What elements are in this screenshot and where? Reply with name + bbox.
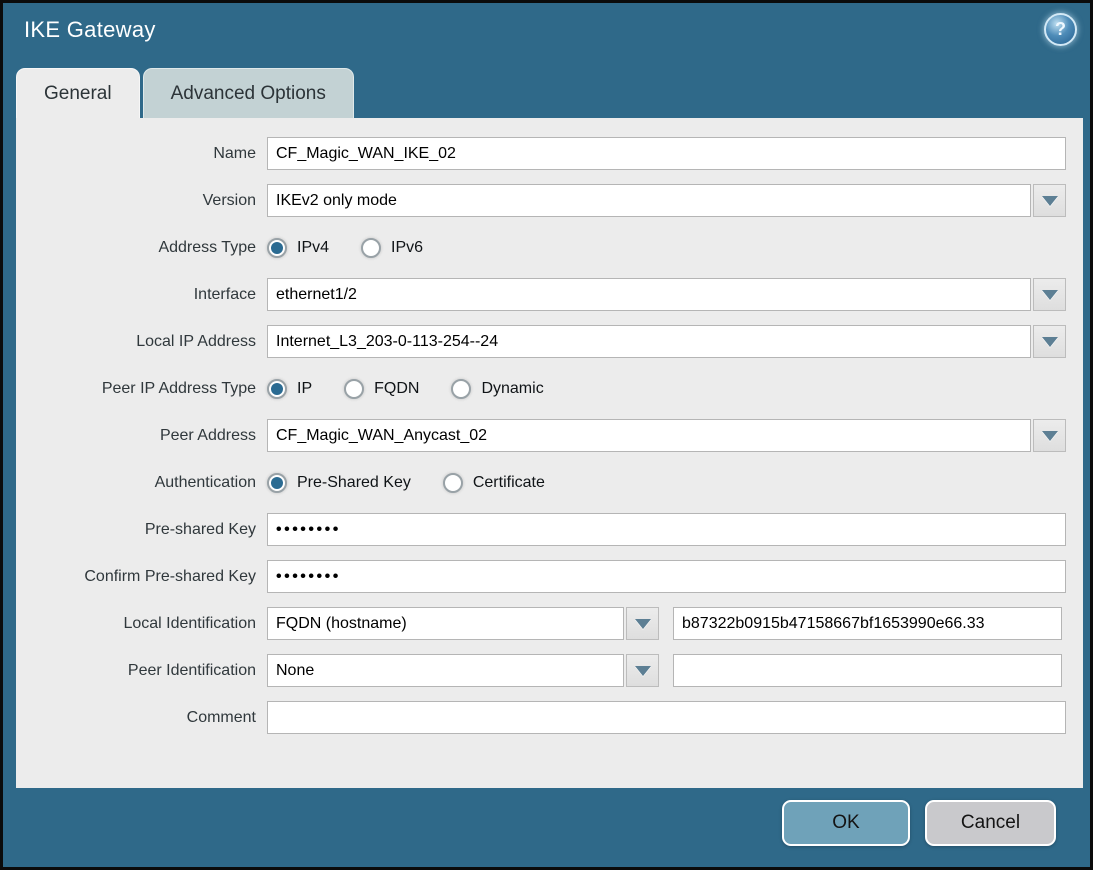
version-select-value[interactable] [267, 184, 1031, 217]
peer-address-select [267, 419, 1066, 452]
local-identification-value-input[interactable] [673, 607, 1062, 640]
radio-option-ipv6[interactable]: IPv6 [361, 238, 423, 258]
local-identification-dropdown-button[interactable] [626, 607, 659, 640]
local-identification-label: Local Identification [16, 615, 256, 633]
radio-icon [451, 379, 471, 399]
cancel-button[interactable]: Cancel [925, 800, 1056, 846]
comment-input[interactable] [267, 701, 1066, 734]
radio-icon [267, 473, 287, 493]
tab-advanced-options[interactable]: Advanced Options [143, 68, 354, 118]
peer-address-label: Peer Address [16, 427, 256, 445]
interface-select-value[interactable] [267, 278, 1031, 311]
radio-option-ip[interactable]: IP [267, 379, 312, 399]
tab-general[interactable]: General [16, 68, 140, 118]
chevron-down-icon [1042, 290, 1058, 300]
radio-label: Dynamic [481, 380, 543, 398]
address-type-radio-group: IPv4 IPv6 [267, 238, 455, 258]
ok-button[interactable]: OK [782, 800, 910, 846]
peer-ip-type-radio-group: IP FQDN Dynamic [267, 379, 576, 399]
local-identification-type-value[interactable] [267, 607, 624, 640]
radio-label: IPv6 [391, 239, 423, 257]
chevron-down-icon [1042, 196, 1058, 206]
local-ip-dropdown-button[interactable] [1033, 325, 1066, 358]
form-row-comment: Comment [16, 701, 1083, 734]
radio-option-certificate[interactable]: Certificate [443, 473, 545, 493]
peer-identification-select [267, 654, 659, 687]
form-row-address-type: Address Type IPv4 IPv6 [16, 231, 1083, 264]
radio-label: Pre-Shared Key [297, 474, 411, 492]
name-input[interactable] [267, 137, 1066, 170]
local-ip-select [267, 325, 1066, 358]
form-row-peer-identification: Peer Identification [16, 654, 1083, 687]
help-icon[interactable]: ? [1044, 13, 1077, 46]
radio-label: IP [297, 380, 312, 398]
version-label: Version [16, 192, 256, 210]
version-dropdown-button[interactable] [1033, 184, 1066, 217]
radio-option-pre-shared-key[interactable]: Pre-Shared Key [267, 473, 411, 493]
form-row-interface: Interface [16, 278, 1083, 311]
radio-option-fqdn[interactable]: FQDN [344, 379, 419, 399]
radio-icon [361, 238, 381, 258]
version-select [267, 184, 1066, 217]
peer-identification-value-input[interactable] [673, 654, 1062, 687]
authentication-label: Authentication [16, 474, 256, 492]
confirm-preshared-key-label: Confirm Pre-shared Key [16, 568, 256, 586]
peer-address-select-value[interactable] [267, 419, 1031, 452]
interface-label: Interface [16, 286, 256, 304]
authentication-radio-group: Pre-Shared Key Certificate [267, 473, 577, 493]
local-ip-select-value[interactable] [267, 325, 1031, 358]
radio-label: IPv4 [297, 239, 329, 257]
radio-label: FQDN [374, 380, 419, 398]
ike-gateway-dialog: IKE Gateway ? General Advanced Options N… [0, 0, 1093, 870]
radio-option-ipv4[interactable]: IPv4 [267, 238, 329, 258]
radio-icon [267, 379, 287, 399]
form-row-preshared-key: Pre-shared Key [16, 513, 1083, 546]
dialog-footer: OK Cancel [782, 800, 1056, 846]
radio-option-dynamic[interactable]: Dynamic [451, 379, 543, 399]
tab-general-label: General [44, 83, 112, 105]
help-icon-glyph: ? [1055, 19, 1066, 40]
radio-icon [344, 379, 364, 399]
peer-identification-dropdown-button[interactable] [626, 654, 659, 687]
chevron-down-icon [635, 619, 651, 629]
peer-address-dropdown-button[interactable] [1033, 419, 1066, 452]
interface-select [267, 278, 1066, 311]
radio-label: Certificate [473, 474, 545, 492]
peer-ip-type-label: Peer IP Address Type [16, 380, 256, 398]
form-row-name: Name [16, 137, 1083, 170]
chevron-down-icon [1042, 431, 1058, 441]
chevron-down-icon [1042, 337, 1058, 347]
form-row-authentication: Authentication Pre-Shared Key Certificat… [16, 466, 1083, 499]
address-type-label: Address Type [16, 239, 256, 257]
form-row-peer-address: Peer Address [16, 419, 1083, 452]
interface-dropdown-button[interactable] [1033, 278, 1066, 311]
peer-identification-type-value[interactable] [267, 654, 624, 687]
chevron-down-icon [635, 666, 651, 676]
general-tab-panel: Name Version Address Type [16, 118, 1083, 788]
peer-identification-label: Peer Identification [16, 662, 256, 680]
dialog-title: IKE Gateway [24, 17, 156, 43]
form-row-local-identification: Local Identification [16, 607, 1083, 640]
local-identification-select [267, 607, 659, 640]
tab-bar: General Advanced Options [16, 68, 354, 118]
local-ip-label: Local IP Address [16, 333, 256, 351]
tab-advanced-options-label: Advanced Options [171, 83, 326, 105]
form-row-local-ip: Local IP Address [16, 325, 1083, 358]
preshared-key-label: Pre-shared Key [16, 521, 256, 539]
name-label: Name [16, 145, 256, 163]
confirm-preshared-key-input[interactable] [267, 560, 1066, 593]
form-row-confirm-preshared-key: Confirm Pre-shared Key [16, 560, 1083, 593]
preshared-key-input[interactable] [267, 513, 1066, 546]
radio-icon [267, 238, 287, 258]
comment-label: Comment [16, 709, 256, 727]
radio-icon [443, 473, 463, 493]
form-row-version: Version [16, 184, 1083, 217]
form-row-peer-ip-type: Peer IP Address Type IP FQDN Dynamic [16, 372, 1083, 405]
